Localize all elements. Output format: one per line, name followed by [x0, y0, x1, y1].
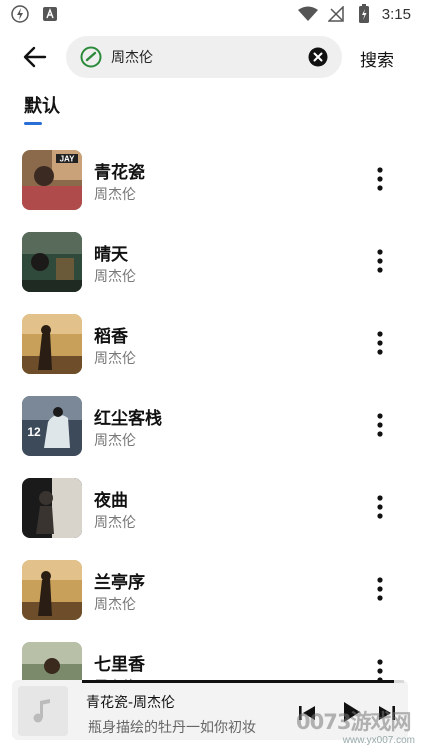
flash-icon [10, 4, 30, 24]
more-vertical-icon [377, 577, 383, 601]
more-options-button[interactable] [370, 494, 390, 520]
search-input[interactable]: 周杰伦 [66, 36, 342, 78]
song-artist: 周杰伦 [94, 515, 136, 531]
song-title: 红尘客栈 [94, 409, 162, 429]
watermark-brand: 0073游戏网 [296, 710, 411, 734]
song-row[interactable]: 晴天 周杰伦 [0, 230, 421, 296]
song-artist: 周杰伦 [94, 351, 136, 367]
battery-icon [354, 4, 374, 24]
song-row[interactable]: 稻香 周杰伦 [0, 312, 421, 378]
more-vertical-icon [377, 413, 383, 437]
song-artist: 周杰伦 [94, 269, 136, 285]
more-vertical-icon [377, 249, 383, 273]
wifi-icon [297, 4, 318, 24]
status-bar: 3:15 [0, 0, 421, 30]
song-row[interactable]: 12 红尘客栈 周杰伦 [0, 394, 421, 460]
tab-default[interactable]: 默认 [24, 92, 60, 118]
album-cover [22, 232, 82, 292]
music-app-logo-icon [80, 46, 102, 68]
arrow-left-icon [23, 46, 47, 68]
song-row[interactable]: JAY 青花瓷 周杰伦 [0, 148, 421, 214]
song-row[interactable]: 兰亭序 周杰伦 [0, 558, 421, 624]
clock: 3:15 [381, 5, 411, 23]
playback-progress-fill [82, 680, 395, 683]
song-artist: 周杰伦 [94, 187, 136, 203]
no-signal-icon [326, 4, 346, 24]
watermark-url: www.yx007.com [342, 735, 415, 746]
more-vertical-icon [377, 495, 383, 519]
tab-indicator [24, 122, 42, 125]
playback-progress-bar[interactable] [82, 680, 404, 683]
music-note-icon [33, 699, 50, 723]
song-title: 兰亭序 [94, 573, 145, 593]
now-playing-title: 青花瓷-周杰伦 [86, 695, 176, 711]
song-title: 夜曲 [94, 491, 128, 511]
song-artist: 周杰伦 [94, 433, 136, 449]
album-cover: JAY [22, 150, 82, 210]
search-query: 周杰伦 [111, 50, 153, 66]
album-cover: 12 [22, 396, 82, 456]
more-options-button[interactable] [370, 248, 390, 274]
app-notification-icon [40, 4, 60, 24]
song-title: 青花瓷 [94, 163, 145, 183]
more-options-button[interactable] [370, 166, 390, 192]
svg-text:JAY: JAY [60, 155, 75, 164]
now-playing-cover [18, 686, 68, 736]
more-options-button[interactable] [370, 576, 390, 602]
clear-search-button[interactable] [308, 47, 328, 67]
back-button[interactable] [20, 42, 50, 72]
more-vertical-icon [377, 167, 383, 191]
song-title: 稻香 [94, 327, 128, 347]
more-options-button[interactable] [370, 330, 390, 356]
album-cover [22, 560, 82, 620]
song-title: 七里香 [94, 655, 145, 675]
song-title: 晴天 [94, 245, 128, 265]
now-playing-lyric: 瓶身描绘的牡丹一如你初妆 [88, 720, 256, 736]
more-options-button[interactable] [370, 412, 390, 438]
more-vertical-icon [377, 331, 383, 355]
album-cover [22, 478, 82, 538]
song-artist: 周杰伦 [94, 597, 136, 613]
clear-icon [308, 47, 328, 67]
album-cover [22, 314, 82, 374]
search-button[interactable]: 搜索 [360, 46, 394, 71]
song-row[interactable]: 夜曲 周杰伦 [0, 476, 421, 542]
search-header: 周杰伦 搜索 [0, 34, 421, 80]
svg-text:12: 12 [27, 425, 41, 439]
